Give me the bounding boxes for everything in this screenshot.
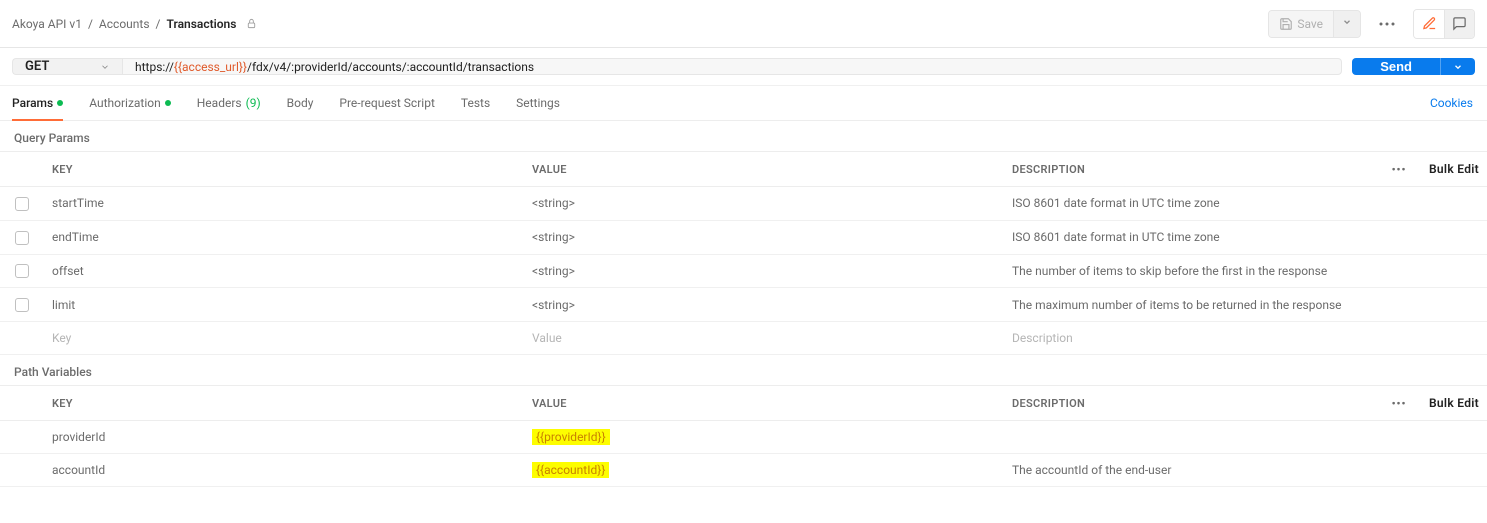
tab-tests[interactable]: Tests xyxy=(461,86,490,120)
table-row[interactable]: limit<string>The maximum number of items… xyxy=(0,288,1487,322)
col-key: KEY xyxy=(44,386,524,421)
cell-key[interactable]: offset xyxy=(44,254,524,288)
cell-description[interactable]: The accountId of the end-user xyxy=(1004,454,1487,487)
col-check xyxy=(0,152,44,187)
cell-key[interactable]: startTime xyxy=(44,187,524,221)
cell-key[interactable]: providerId xyxy=(44,421,524,454)
col-options[interactable]: ••• xyxy=(1377,152,1421,187)
cell-description[interactable]: ISO 8601 date format in UTC time zone xyxy=(1004,187,1487,221)
more-icon: ••• xyxy=(1392,163,1407,176)
url-variable: {{access_url}} xyxy=(174,60,247,74)
col-value: VALUE xyxy=(524,152,1004,187)
checkbox[interactable] xyxy=(15,298,29,312)
more-actions-button[interactable] xyxy=(1371,16,1403,32)
cell-key[interactable]: limit xyxy=(44,288,524,322)
crumb-collection[interactable]: Akoya API v1 xyxy=(12,17,82,31)
tab-label: Authorization xyxy=(89,96,161,110)
bulk-edit-link: Bulk Edit xyxy=(1429,162,1479,176)
chevron-down-icon xyxy=(100,62,110,72)
crumb-sep: / xyxy=(156,17,161,31)
path-variables-table: KEY VALUE DESCRIPTION ••• Bulk Edit prov… xyxy=(0,385,1487,487)
send-group: Send xyxy=(1352,58,1475,75)
method-select[interactable]: GET xyxy=(12,58,122,75)
tab-authorization[interactable]: Authorization xyxy=(89,86,171,120)
col-value: VALUE xyxy=(524,386,1004,421)
right-icon-group xyxy=(1413,9,1475,39)
send-dropdown[interactable] xyxy=(1440,58,1475,75)
save-icon xyxy=(1279,17,1293,31)
method-label: GET xyxy=(25,59,49,74)
table-row[interactable]: endTime<string>ISO 8601 date format in U… xyxy=(0,220,1487,254)
tab-params[interactable]: Params xyxy=(12,86,63,120)
tabs-row: Params Authorization Headers (9) Body Pr… xyxy=(0,86,1487,121)
cell-value[interactable]: <string> xyxy=(524,220,1004,254)
table-row[interactable]: startTime<string>ISO 8601 date format in… xyxy=(0,187,1487,221)
col-description: DESCRIPTION xyxy=(1004,386,1377,421)
cell-value[interactable]: <string> xyxy=(524,288,1004,322)
tab-label: Params xyxy=(12,96,53,110)
url-part: https:// xyxy=(135,60,174,74)
request-url-row: GET https://{{access_url}}/fdx/v4/:provi… xyxy=(0,48,1487,86)
status-dot-icon xyxy=(165,100,171,106)
url-part: /fdx/v4/:providerId/accounts/:accountId/… xyxy=(247,60,534,74)
save-dropdown[interactable] xyxy=(1333,11,1360,37)
crumb-request[interactable]: Transactions xyxy=(166,17,236,31)
tab-label: Headers xyxy=(197,96,242,110)
col-bulk[interactable]: Bulk Edit xyxy=(1421,152,1487,187)
top-bar: Akoya API v1 / Accounts / Transactions S… xyxy=(0,0,1487,48)
cell-key-placeholder[interactable]: Key xyxy=(44,322,524,355)
checkbox[interactable] xyxy=(15,231,29,245)
col-bulk[interactable]: Bulk Edit xyxy=(1421,386,1487,421)
crumb-folder[interactable]: Accounts xyxy=(99,17,150,31)
cell-desc-placeholder[interactable]: Description xyxy=(1004,322,1487,355)
cell-description[interactable] xyxy=(1004,421,1487,454)
checkbox[interactable] xyxy=(15,197,29,211)
edit-icon[interactable] xyxy=(1414,10,1444,38)
cell-key[interactable]: accountId xyxy=(44,454,524,487)
col-options[interactable]: ••• xyxy=(1377,386,1421,421)
table-row-new[interactable]: KeyValueDescription xyxy=(0,322,1487,355)
query-params-table: KEY VALUE DESCRIPTION ••• Bulk Edit star… xyxy=(0,151,1487,355)
section-title-query: Query Params xyxy=(0,121,1487,151)
top-actions: Save xyxy=(1268,9,1475,39)
url-input[interactable]: https://{{access_url}}/fdx/v4/:providerI… xyxy=(122,58,1342,75)
comment-icon[interactable] xyxy=(1444,10,1474,38)
cell-value[interactable]: <string> xyxy=(524,187,1004,221)
cell-value[interactable]: {{providerId}} xyxy=(524,421,1004,454)
send-button[interactable]: Send xyxy=(1352,58,1440,75)
tab-prerequest[interactable]: Pre-request Script xyxy=(339,86,434,120)
col-check xyxy=(0,386,44,421)
save-group: Save xyxy=(1268,10,1361,38)
tab-settings[interactable]: Settings xyxy=(516,86,560,120)
col-description: DESCRIPTION xyxy=(1004,152,1377,187)
bulk-edit-link: Bulk Edit xyxy=(1429,396,1479,410)
col-key: KEY xyxy=(44,152,524,187)
cookies-link[interactable]: Cookies xyxy=(1428,86,1475,120)
cell-description[interactable]: ISO 8601 date format in UTC time zone xyxy=(1004,220,1487,254)
tab-body[interactable]: Body xyxy=(287,86,314,120)
checkbox[interactable] xyxy=(15,264,29,278)
save-button: Save xyxy=(1269,11,1333,37)
cell-value[interactable]: {{accountId}} xyxy=(524,454,1004,487)
table-row[interactable]: providerId{{providerId}} xyxy=(0,421,1487,454)
save-label: Save xyxy=(1297,17,1323,31)
section-title-path: Path Variables xyxy=(0,355,1487,385)
cell-description[interactable]: The maximum number of items to be return… xyxy=(1004,288,1487,322)
cell-description[interactable]: The number of items to skip before the f… xyxy=(1004,254,1487,288)
crumb-sep: / xyxy=(88,17,93,31)
lock-icon xyxy=(246,18,257,29)
breadcrumb: Akoya API v1 / Accounts / Transactions xyxy=(12,17,257,31)
status-dot-icon xyxy=(57,100,63,106)
headers-count: (9) xyxy=(246,96,261,110)
cell-value-placeholder[interactable]: Value xyxy=(524,322,1004,355)
cell-value[interactable]: <string> xyxy=(524,254,1004,288)
tabs: Params Authorization Headers (9) Body Pr… xyxy=(12,86,560,120)
cell-key[interactable]: endTime xyxy=(44,220,524,254)
more-icon: ••• xyxy=(1392,397,1407,410)
table-row[interactable]: accountId{{accountId}}The accountId of t… xyxy=(0,454,1487,487)
table-row[interactable]: offset<string>The number of items to ski… xyxy=(0,254,1487,288)
tab-headers[interactable]: Headers (9) xyxy=(197,86,261,120)
